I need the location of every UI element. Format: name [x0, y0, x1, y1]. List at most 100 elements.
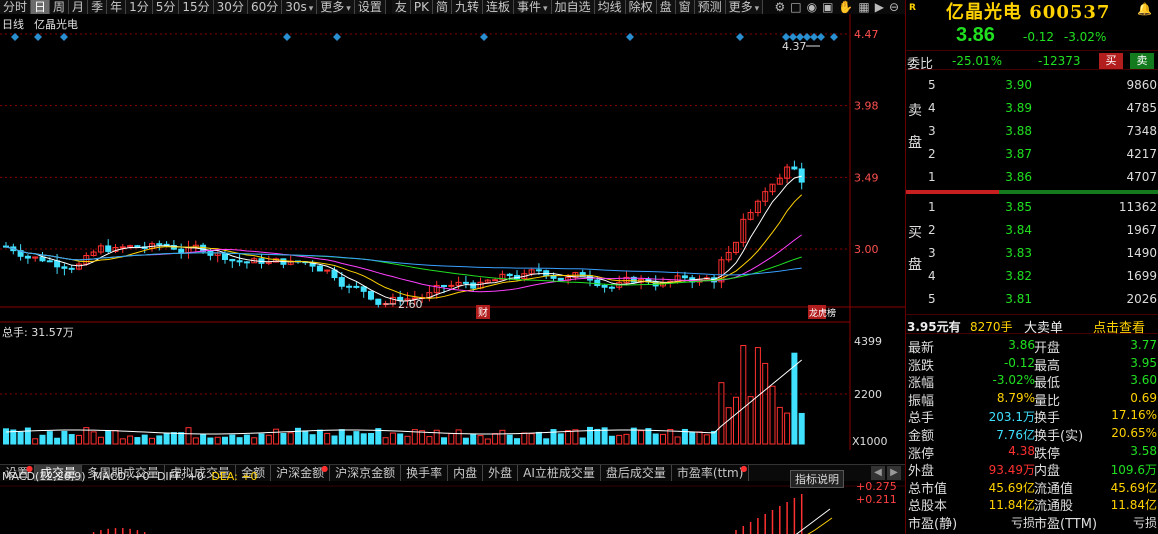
toolbar-item-6[interactable]: 1分: [126, 0, 153, 14]
volume-bar: [557, 433, 564, 445]
toolbar-item-4[interactable]: 季: [88, 0, 108, 14]
buy-button[interactable]: 买: [1099, 53, 1123, 69]
toolbar-item-12[interactable]: 更多: [317, 0, 355, 14]
bid-row[interactable]: 3 3.83 1490: [906, 242, 1158, 265]
indicator-tab-12[interactable]: 市盈率(ttm) ●: [672, 465, 750, 481]
indicator-tab-label: AI立桩成交量: [523, 466, 595, 480]
settings-icon[interactable]: ⚙: [774, 0, 785, 14]
ask-volume: 4707: [1126, 170, 1157, 184]
candle-body: [506, 273, 513, 277]
ma80-line: [5, 246, 802, 276]
volume-bar: [455, 429, 462, 445]
toolbar-item-8[interactable]: 15分: [179, 0, 214, 14]
toolbar-item-10[interactable]: 60分: [247, 0, 283, 14]
toolbar-right-item-3[interactable]: 九转: [451, 0, 483, 14]
volume-bar: [528, 433, 535, 445]
toolbar-right-item-5[interactable]: 事件: [514, 0, 552, 14]
ask-row[interactable]: 1 3.86 4707: [906, 166, 1158, 189]
stock-code: 600537: [1029, 2, 1111, 23]
volume-bar: [733, 396, 739, 445]
ask-price: 3.86: [1005, 170, 1032, 184]
ask-row[interactable]: 2 3.87 4217: [906, 143, 1158, 166]
indicator-tab-11[interactable]: 盘后成交量: [601, 465, 672, 481]
bag-icon[interactable]: ▣: [822, 0, 833, 14]
ask-row[interactable]: 3 3.88 7348: [906, 120, 1158, 143]
bid-row[interactable]: 2 3.84 1967: [906, 219, 1158, 242]
volume-bar: [587, 426, 593, 445]
toolbar-item-5[interactable]: 年: [107, 0, 127, 14]
candle-body: [236, 260, 243, 263]
ask-volume: 4217: [1126, 147, 1157, 161]
bid-level: 1: [928, 200, 936, 214]
bid-book: 买 盘 1 3.85 11362 2 3.84 1967 3 3.83 1490 4 3.82 169…: [906, 196, 1158, 312]
stat-label: 总市值: [908, 481, 948, 497]
indicator-tab-5[interactable]: 沪深金额 ●: [271, 464, 331, 481]
toolbar-right-item-2[interactable]: 简: [432, 0, 452, 14]
toolbar-right-item-0[interactable]: 友: [391, 0, 411, 14]
bid-price: 3.82: [1005, 269, 1032, 283]
bid-row[interactable]: 4 3.82 1699: [906, 265, 1158, 288]
big-order-view-link[interactable]: 点击查看: [1093, 317, 1145, 336]
expand-icon[interactable]: ▦: [858, 0, 869, 14]
bid-row[interactable]: 1 3.85 11362: [906, 196, 1158, 219]
big-order-type: 大卖单: [1024, 321, 1064, 336]
bid-level: 5: [928, 292, 936, 306]
price-tick-label: 3.49: [854, 171, 879, 184]
toolbar-right-item-11[interactable]: 预测: [694, 0, 726, 14]
stat-label: 市盈(TTM): [1034, 517, 1098, 532]
chart-canvas[interactable]: 4.47 3.98 3.49 3.00 4.37 2.60 财 龙虎榜 4399 2200 X100…: [0, 14, 905, 534]
hand-icon[interactable]: ✋: [838, 0, 853, 14]
toolbar-item-2[interactable]: 周: [50, 0, 70, 14]
indicator-tab-9[interactable]: 外盘: [483, 465, 519, 481]
volume-bar: [156, 435, 163, 445]
lock-icon[interactable]: □: [790, 0, 801, 14]
scroll-left-icon[interactable]: ◀: [871, 466, 885, 480]
stat-label: 流通值: [1034, 481, 1074, 497]
macd-value: MACD: +0: [93, 470, 150, 483]
toolbar-right-item-6[interactable]: 加自选: [551, 0, 595, 14]
candle-body: [608, 286, 615, 289]
toolbar-item-7[interactable]: 5分: [152, 0, 180, 14]
ask-row[interactable]: 4 3.89 4785: [906, 97, 1158, 120]
toolbar-right-item-4[interactable]: 连板: [483, 0, 515, 14]
candle-body: [681, 275, 688, 279]
indicator-tab-8[interactable]: 内盘: [448, 465, 484, 481]
toolbar-right-item-1[interactable]: PK: [410, 0, 433, 14]
stat-value: 3.95: [1130, 355, 1157, 370]
indicator-tab-6[interactable]: 沪深京金额: [330, 465, 402, 481]
volume-bar: [54, 437, 61, 445]
toolbar-right-item-10[interactable]: 窗: [675, 0, 695, 14]
scroll-right-icon[interactable]: ▶: [887, 466, 901, 480]
volume-bar: [39, 434, 46, 445]
toolbar-item-0[interactable]: 分时: [0, 0, 32, 14]
toolbar-item-9[interactable]: 30分: [213, 0, 248, 14]
ask-row[interactable]: 5 3.90 9860: [906, 74, 1158, 97]
volume-bar: [660, 433, 666, 445]
toolbar-item-13[interactable]: 设置: [354, 0, 386, 14]
toolbar-item-3[interactable]: 月: [69, 0, 89, 14]
toolbar-item-11[interactable]: 30s: [282, 0, 318, 14]
indicator-tab-10[interactable]: AI立桩成交量: [518, 465, 601, 481]
volume-bar: [535, 431, 542, 445]
volume-ma-line: [5, 359, 803, 435]
indicator-tab-7[interactable]: 换手率: [401, 465, 449, 481]
indicator-explain-button[interactable]: 指标说明: [790, 470, 844, 488]
toolbar-item-1[interactable]: 日: [31, 0, 51, 14]
bid-row[interactable]: 5 3.81 2026: [906, 288, 1158, 311]
toolbar-right-item-8[interactable]: 除权: [625, 0, 657, 14]
candle-body: [119, 246, 126, 249]
tab-dot-icon: ●: [321, 464, 329, 473]
toolbar-right-item-12[interactable]: 更多: [725, 0, 764, 14]
bell-icon[interactable]: 🔔: [1137, 2, 1152, 16]
indicator-tab-label: 沪深京金额: [335, 466, 396, 480]
volume-bar: [652, 433, 659, 445]
sell-button[interactable]: 卖: [1130, 53, 1154, 69]
next-icon[interactable]: ▶: [875, 0, 884, 14]
volume-bar: [76, 434, 82, 445]
volume-bar: [623, 433, 630, 445]
toolbar-right-item-9[interactable]: 盘: [656, 0, 676, 14]
stat-label: 市盈(静): [908, 517, 958, 532]
eye-icon[interactable]: ◉: [807, 0, 817, 14]
zoom-out-icon[interactable]: ⊖: [889, 0, 899, 14]
toolbar-right-item-7[interactable]: 均线: [594, 0, 626, 14]
